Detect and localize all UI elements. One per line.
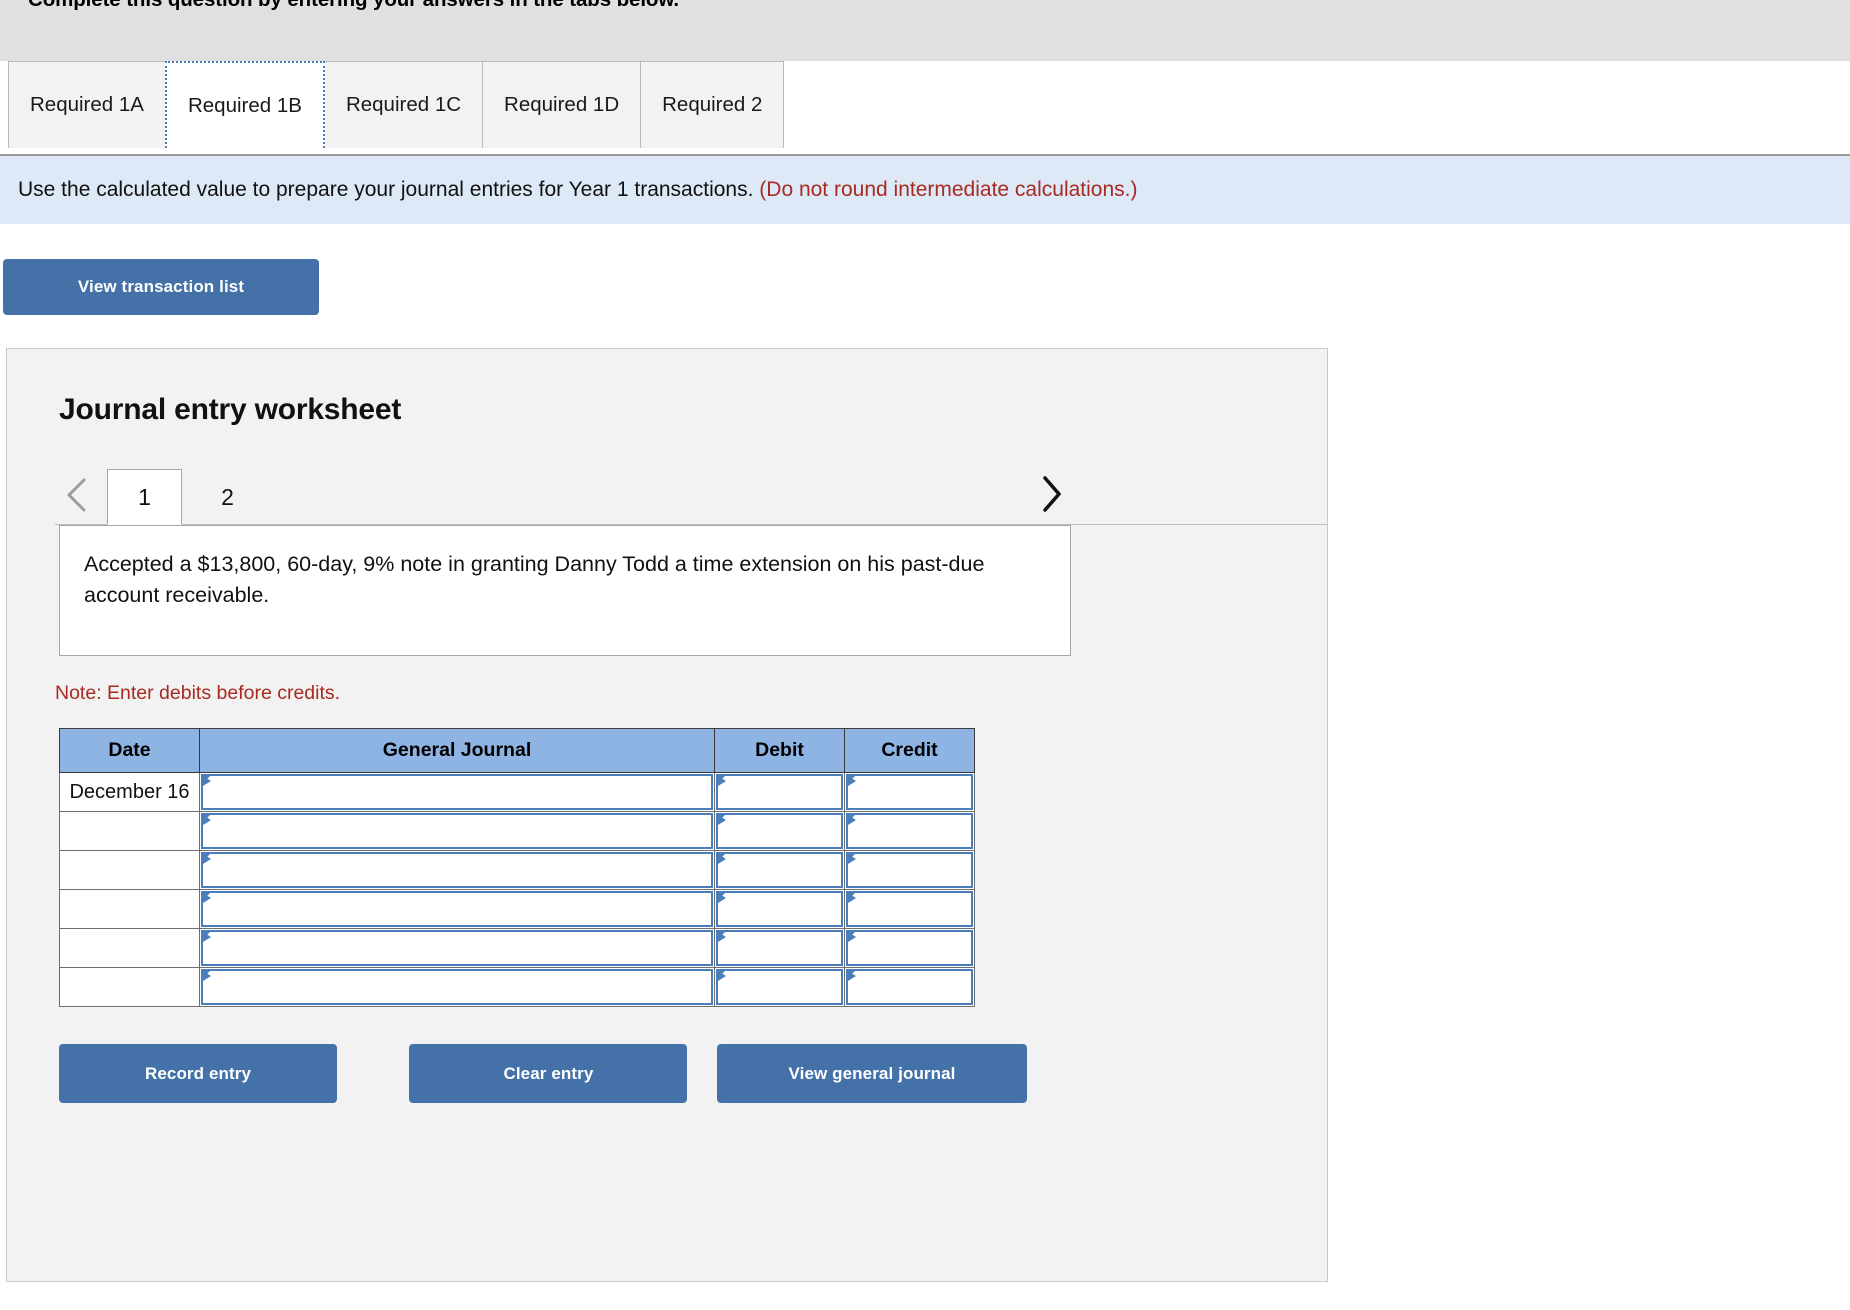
debits-before-credits-note: Note: Enter debits before credits. [55,682,341,705]
cell-general-journal[interactable] [199,967,715,1008]
debit-input[interactable] [716,774,843,811]
general-journal-input[interactable] [201,969,713,1006]
cell-debit[interactable] [714,811,845,852]
transaction-description-text: Accepted a $13,800, 60-day, 9% note in g… [84,552,985,607]
cell-credit[interactable] [844,850,975,891]
cell-date[interactable] [59,850,200,891]
cell-credit[interactable] [844,772,975,813]
column-header-general-journal: General Journal [199,728,715,774]
general-journal-input[interactable] [201,930,713,967]
cell-credit[interactable] [844,967,975,1008]
credit-input[interactable] [846,813,973,850]
required-tabs: Required 1A Required 1B Required 1C Requ… [0,61,1850,156]
journal-entry-table: Date General Journal Debit Credit Decemb… [59,728,975,1008]
tab-label: Required 2 [662,93,763,116]
page-instruction-title: Complete this question by entering your … [28,0,679,12]
top-instruction-band: Complete this question by entering your … [0,0,1850,61]
tab-label: Required 1D [504,93,620,116]
cell-general-journal[interactable] [199,928,715,969]
tab-label: Required 1C [345,93,462,116]
column-header-date: Date [59,728,200,774]
debit-input[interactable] [716,813,843,850]
cell-credit[interactable] [844,928,975,969]
journal-entry-worksheet-panel: Journal entry worksheet 1 2 Accepted a $… [6,348,1328,1283]
cell-date[interactable] [59,811,200,852]
tab-required-1a[interactable]: Required 1A [8,61,166,148]
pager-divider [55,524,1327,526]
cell-date[interactable] [59,928,200,969]
worksheet-actions: Record entry Clear entry View general jo… [59,1044,1279,1104]
record-entry-button[interactable]: Record entry [59,1044,337,1104]
entry-pager: 1 2 [7,459,1327,526]
debit-input[interactable] [716,969,843,1006]
chevron-left-icon [64,475,90,515]
credit-input[interactable] [846,930,973,967]
general-journal-input[interactable] [201,774,713,811]
cell-debit[interactable] [714,889,845,930]
cell-debit[interactable] [714,928,845,969]
table-row [59,928,975,969]
credit-input[interactable] [846,852,973,889]
entry-page-2[interactable]: 2 [190,469,265,525]
table-header-row: Date General Journal Debit Credit [59,728,975,774]
pager-prev-button[interactable] [55,465,99,525]
instruction-banner: Use the calculated value to prepare your… [0,156,1850,225]
cell-date[interactable] [59,967,200,1008]
cell-general-journal[interactable] [199,850,715,891]
general-journal-input[interactable] [201,813,713,850]
cell-debit[interactable] [714,850,845,891]
credit-input[interactable] [846,774,973,811]
entry-page-label: 1 [138,483,151,510]
debit-input[interactable] [716,930,843,967]
table-row [59,967,975,1008]
cell-date[interactable] [59,889,200,930]
tab-required-1b[interactable]: Required 1B [164,61,325,148]
table-row [59,889,975,930]
cell-debit[interactable] [714,967,845,1008]
credit-input[interactable] [846,891,973,928]
banner-warning: (Do not round intermediate calculations.… [759,178,1138,201]
transaction-description-box: Accepted a $13,800, 60-day, 9% note in g… [59,525,1071,657]
tab-label: Required 1B [187,93,302,117]
view-general-journal-button[interactable]: View general journal [717,1044,1027,1104]
pager-next-button[interactable] [1037,472,1065,521]
entry-page-label: 2 [221,484,234,511]
view-transaction-list-button[interactable]: View transaction list [3,259,319,316]
worksheet-title: Journal entry worksheet [59,393,402,427]
tab-label: Required 1A [30,93,144,116]
chevron-right-icon [1037,476,1065,520]
cell-date: December 16 [59,772,200,813]
credit-input[interactable] [846,969,973,1006]
general-journal-input[interactable] [201,891,713,928]
tab-required-1c[interactable]: Required 1C [323,61,484,148]
cell-credit[interactable] [844,811,975,852]
transaction-list-toolbar: View transaction list [0,224,1850,316]
cell-general-journal[interactable] [199,889,715,930]
entry-page-1[interactable]: 1 [107,469,182,526]
banner-text: Use the calculated value to prepare your… [18,178,754,201]
column-header-credit: Credit [844,728,975,774]
clear-entry-button[interactable]: Clear entry [409,1044,688,1104]
table-row [59,811,975,852]
tab-required-1d[interactable]: Required 1D [482,61,642,148]
cell-credit[interactable] [844,889,975,930]
debit-input[interactable] [716,852,843,889]
general-journal-input[interactable] [201,852,713,889]
cell-general-journal[interactable] [199,811,715,852]
column-header-debit: Debit [714,728,845,774]
debit-input[interactable] [716,891,843,928]
cell-general-journal[interactable] [199,772,715,813]
tab-required-2[interactable]: Required 2 [640,61,785,148]
cell-debit[interactable] [714,772,845,813]
table-row [59,850,975,891]
table-row: December 16 [59,772,975,813]
